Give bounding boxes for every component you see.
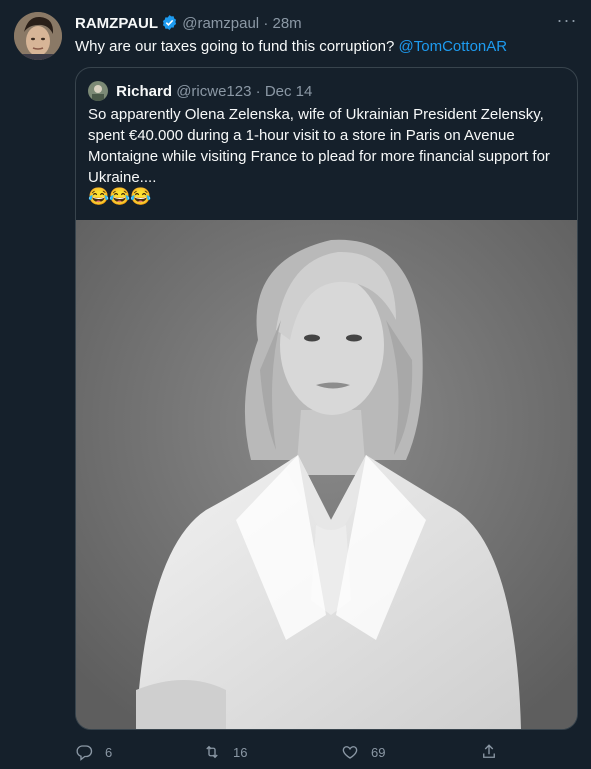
- separator-dot: ·: [255, 83, 261, 100]
- author-avatar[interactable]: [14, 12, 62, 60]
- tweet-time[interactable]: 28m: [272, 15, 301, 32]
- like-icon: [342, 746, 358, 759]
- quoted-tweet-header: Richard @ricwe123 · Dec 14: [88, 81, 312, 102]
- mention-link[interactable]: @TomCottonAR: [399, 38, 508, 55]
- author-name[interactable]: RAMZPAUL: [75, 15, 158, 32]
- reply-count: 6: [105, 744, 113, 760]
- quoted-tweet-photo[interactable]: [76, 220, 577, 729]
- quoted-author-handle: @ricwe123: [176, 83, 252, 100]
- quoted-tweet-emoji: 😂😂😂: [88, 187, 152, 206]
- tweet[interactable]: RAMZPAUL @ramzpaul · 28m ··· Why are our…: [0, 0, 591, 769]
- tweet-text: Why are our taxes going to fund this cor…: [75, 37, 577, 57]
- like-button[interactable]: 69: [341, 740, 385, 764]
- more-icon[interactable]: ···: [555, 10, 579, 30]
- quoted-tweet[interactable]: Richard @ricwe123 · Dec 14 So apparently…: [75, 67, 578, 730]
- quoted-author-name: Richard: [116, 83, 173, 100]
- verified-badge-icon: [161, 14, 178, 37]
- retweet-count: 16: [233, 744, 248, 760]
- share-icon: [483, 744, 495, 758]
- quoted-tweet-text: So apparently Olena Zelenska, wife of Uk…: [88, 106, 550, 186]
- reply-icon: [76, 745, 93, 761]
- quoted-tweet-date: Dec 14: [264, 83, 313, 100]
- quoted-author-avatar: [88, 81, 108, 101]
- share-button[interactable]: [480, 740, 498, 764]
- retweet-button[interactable]: 16: [203, 740, 247, 764]
- tweet-actions: 6 16 69: [75, 740, 505, 764]
- author-handle[interactable]: @ramzpaul: [182, 15, 259, 32]
- author-avatar-image: [14, 12, 62, 60]
- tweet-body: Why are our taxes going to fund this cor…: [75, 38, 395, 55]
- separator-dot: ·: [263, 15, 269, 32]
- like-count: 69: [371, 744, 386, 760]
- tweet-header: RAMZPAUL @ramzpaul · 28m: [75, 14, 577, 36]
- portrait-image: [76, 220, 577, 729]
- reply-button[interactable]: 6: [75, 740, 112, 764]
- retweet-icon: [206, 745, 218, 759]
